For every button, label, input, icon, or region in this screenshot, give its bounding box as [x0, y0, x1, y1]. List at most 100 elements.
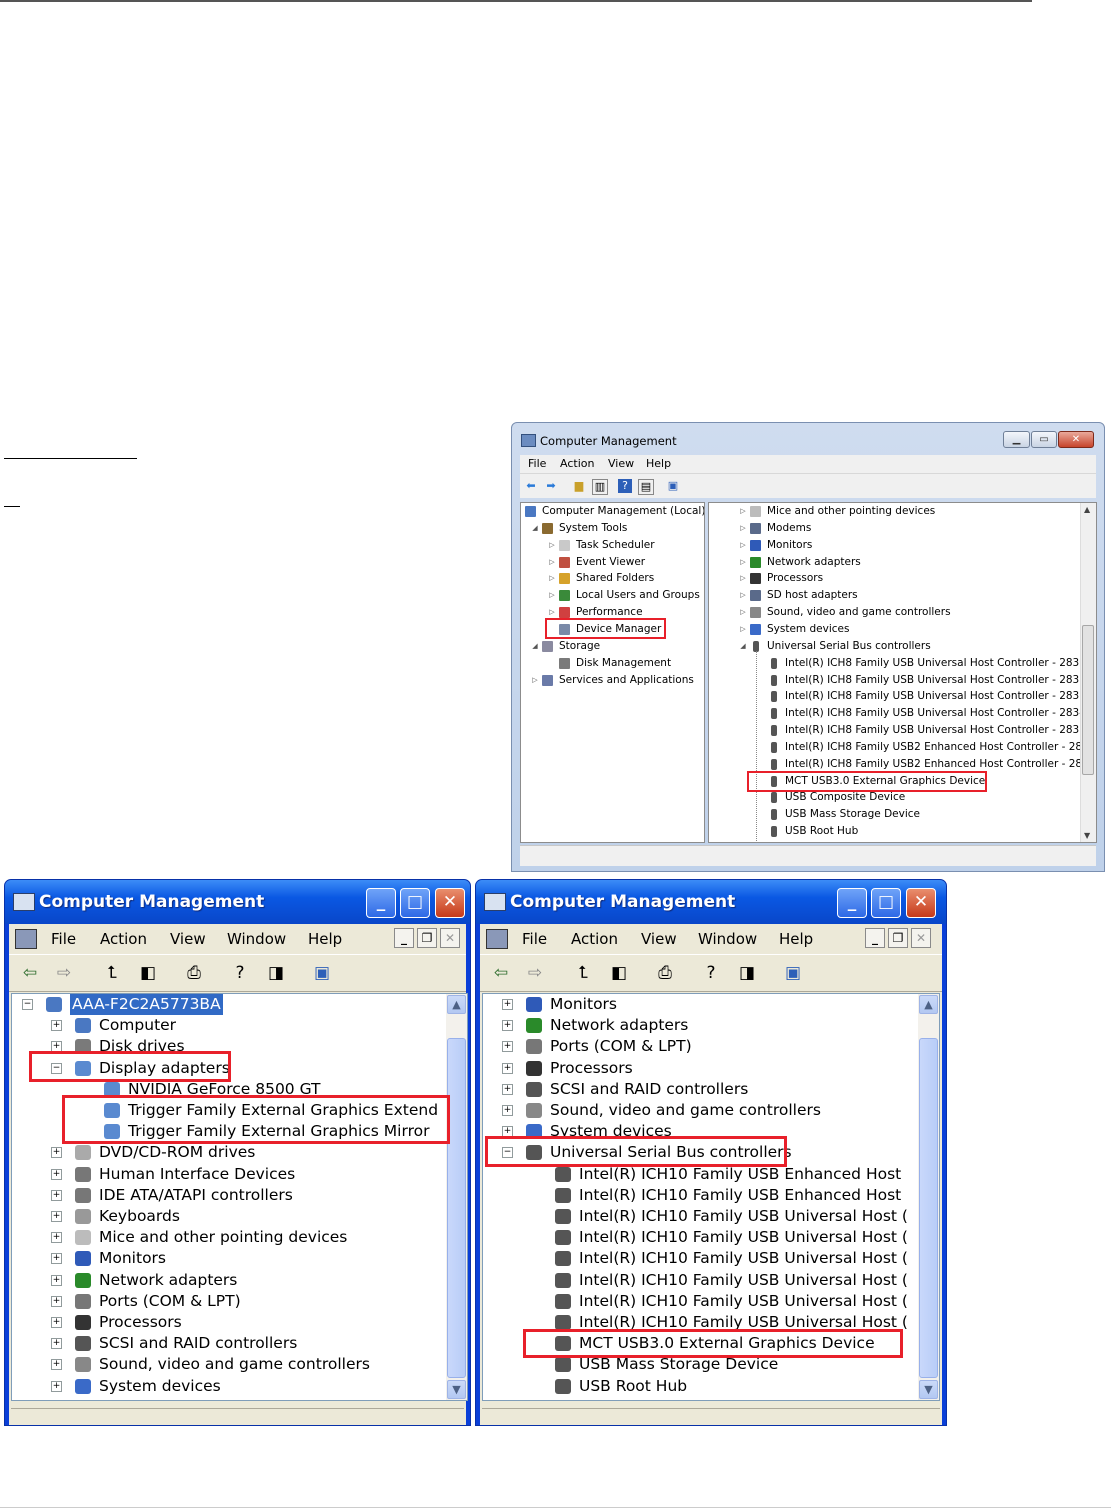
tree-item-intel-r-ich8-family-usb2-enhanced-host-controller-2836[interactable]: Intel(R) ICH8 Family USB2 Enhanced Host … [709, 739, 1095, 756]
up-folder-icon[interactable]: ⮤ [572, 962, 594, 984]
print-icon[interactable]: ⎙ [183, 962, 205, 984]
expand-icon[interactable]: + [51, 1317, 62, 1328]
expand-arrow-icon[interactable]: ▷ [739, 604, 747, 621]
forward-arrow-icon[interactable]: ➡ [544, 479, 558, 493]
scroll-thumb[interactable] [1082, 625, 1094, 775]
expand-icon[interactable]: + [51, 1295, 62, 1307]
tree-item-intel-r-ich8-family-usb-universal-host-controller-2835[interactable]: Intel(R) ICH8 Family USB Universal Host … [709, 722, 1086, 739]
tree-item-intel-r-ich8-family-usb-universal-host-controller-2830[interactable]: Intel(R) ICH8 Family USB Universal Host … [709, 655, 1086, 672]
tree-item-local-users-and-groups[interactable]: ▷ Local Users and Groups [521, 587, 700, 604]
scroll-thumb[interactable] [919, 1038, 938, 1378]
menu-action[interactable]: Action [560, 457, 594, 470]
close-button[interactable]: ✕ [435, 888, 465, 918]
expand-arrow-icon[interactable]: ▷ [548, 537, 556, 554]
mdi-restore-button[interactable]: ❐ [417, 928, 437, 948]
tree-item-processors[interactable]: ▷ Processors [709, 570, 1080, 587]
tree-item-universal-serial-bus-controllers[interactable]: ◢ Universal Serial Bus controllers [709, 638, 1080, 655]
expand-icon[interactable]: + [502, 1020, 513, 1032]
tree-item-monitors[interactable]: + Monitors [12, 1248, 445, 1269]
expand-icon[interactable]: + [502, 1083, 513, 1095]
mdi-minimize-button[interactable]: _ [865, 928, 885, 948]
tree-item-computer-management-local[interactable]: Computer Management (Local) [521, 503, 704, 520]
expand-arrow-icon[interactable]: ▷ [548, 554, 556, 571]
tree-item-intel-r-ich8-family-usb-universal-host-controller-2831[interactable]: Intel(R) ICH8 Family USB Universal Host … [709, 672, 1086, 689]
tree-item-intel-r-ich10-family-usb-universal-host[interactable]: Intel(R) ICH10 Family USB Universal Host… [483, 1206, 917, 1227]
tree-item-network-adapters[interactable]: ▷ Network adapters [709, 554, 1080, 571]
tree-item-disk-management[interactable]: Disk Management [521, 655, 688, 672]
forward-arrow-icon[interactable]: ⇨ [524, 962, 546, 984]
vertical-scrollbar[interactable]: ▲ ▼ [1080, 503, 1096, 842]
close-button[interactable]: ✕ [906, 888, 936, 918]
expand-icon[interactable]: + [51, 1232, 62, 1244]
expand-arrow-icon[interactable]: ▷ [739, 503, 747, 520]
minimize-button[interactable]: ▁ [1003, 431, 1030, 448]
help-icon[interactable]: ? [700, 962, 722, 984]
tree-item-scsi-and-raid-controllers[interactable]: + SCSI and RAID controllers [483, 1079, 917, 1100]
scroll-down-icon[interactable]: ▼ [919, 1380, 938, 1399]
tree-item-network-adapters[interactable]: + Network adapters [12, 1270, 445, 1291]
expand-icon[interactable]: + [51, 1274, 62, 1286]
tree-item-intel-r-ich10-family-usb-universal-host[interactable]: Intel(R) ICH10 Family USB Universal Host… [483, 1227, 917, 1248]
title-bar[interactable]: Computer Management _ □ ✕ [5, 880, 470, 924]
collapse-arrow-icon[interactable]: ◢ [531, 638, 539, 655]
menu-help[interactable]: Help [308, 930, 342, 948]
maximize-button[interactable]: □ [400, 888, 430, 918]
menu-view[interactable]: View [608, 457, 634, 470]
menu-action[interactable]: Action [100, 930, 147, 948]
tree-item-ide-ata-atapi-controllers[interactable]: + IDE ATA/ATAPI controllers [12, 1185, 445, 1206]
tree-item-scsi-and-raid-controllers[interactable]: + SCSI and RAID controllers [12, 1333, 445, 1354]
back-arrow-icon[interactable]: ⬅ [524, 479, 538, 493]
menu-view[interactable]: View [641, 930, 677, 948]
up-folder-icon[interactable]: ⮤ [101, 962, 123, 984]
tree-item-keyboards[interactable]: + Keyboards [12, 1206, 445, 1227]
scroll-down-icon[interactable]: ▼ [1084, 831, 1090, 840]
monitor-icon[interactable]: ▣ [782, 962, 804, 984]
tree-item-human-interface-devices[interactable]: + Human Interface Devices [12, 1164, 445, 1185]
tree-item-monitors[interactable]: ▷ Monitors [709, 537, 1080, 554]
tree-item-intel-r-ich8-family-usb-universal-host-controller-2834[interactable]: Intel(R) ICH8 Family USB Universal Host … [709, 705, 1086, 722]
menu-file[interactable]: File [528, 457, 546, 470]
expand-icon[interactable]: + [51, 1359, 62, 1371]
menu-view[interactable]: View [170, 930, 206, 948]
menu-window[interactable]: Window [698, 930, 757, 948]
forward-arrow-icon[interactable]: ⇨ [53, 962, 75, 984]
maximize-button[interactable]: □ [871, 888, 901, 918]
mdi-close-button[interactable]: ✕ [440, 928, 460, 948]
tree-item-task-scheduler[interactable]: ▷ Task Scheduler [521, 537, 688, 554]
print-icon[interactable]: ⎙ [654, 962, 676, 984]
help-icon[interactable]: ? [229, 962, 251, 984]
tree-item-monitors[interactable]: + Monitors [483, 994, 917, 1015]
expand-icon[interactable]: + [51, 1338, 62, 1350]
properties-icon[interactable]: ◨ [265, 962, 287, 984]
expand-arrow-icon[interactable]: ▷ [739, 520, 747, 537]
expand-arrow-icon[interactable]: ▷ [739, 621, 747, 638]
expand-icon[interactable]: + [51, 1020, 62, 1032]
expand-icon[interactable]: + [51, 1253, 62, 1265]
properties-icon[interactable]: ◨ [736, 962, 758, 984]
vertical-scrollbar[interactable]: ▲ ▼ [446, 994, 467, 1400]
tree-item-sound-video-and-game-controllers[interactable]: + Sound, video and game controllers [12, 1354, 445, 1375]
expand-arrow-icon[interactable]: ▷ [739, 537, 747, 554]
menu-help[interactable]: Help [779, 930, 813, 948]
scroll-up-icon[interactable]: ▲ [919, 995, 938, 1014]
tree-item-event-viewer[interactable]: ▷ Event Viewer [521, 554, 688, 571]
menu-help[interactable]: Help [646, 457, 671, 470]
monitor-icon[interactable]: ▣ [666, 479, 680, 493]
tree-item-intel-r-ich8-family-usb-universal-host-controller-2832[interactable]: Intel(R) ICH8 Family USB Universal Host … [709, 688, 1086, 705]
up-folder-icon[interactable]: ▆ [572, 479, 586, 493]
tree-item-storage[interactable]: ◢ Storage [521, 638, 688, 655]
scroll-up-icon[interactable]: ▲ [1084, 505, 1090, 514]
tree-item-computer[interactable]: + Computer [12, 1015, 445, 1036]
tree-item-modems[interactable]: ▷ Modems [709, 520, 1080, 537]
tree-item-mice-and-other-pointing-devices[interactable]: ▷ Mice and other pointing devices [709, 503, 1080, 520]
tree-item-usb-root-hub[interactable]: USB Root Hub [709, 823, 1080, 840]
title-bar[interactable]: Computer Management ▁ ▭ ✕ [512, 423, 1104, 457]
collapse-arrow-icon[interactable]: ◢ [739, 638, 747, 655]
title-bar[interactable]: Computer Management _ □ ✕ [476, 880, 946, 924]
expand-icon[interactable]: + [502, 1105, 513, 1116]
menu-action[interactable]: Action [571, 930, 618, 948]
expand-icon[interactable]: + [502, 1041, 513, 1053]
menu-file[interactable]: File [51, 930, 76, 948]
minimize-button[interactable]: _ [837, 888, 867, 918]
tree-item-dvd-cd-rom-drives[interactable]: + DVD/CD-ROM drives [12, 1142, 445, 1163]
